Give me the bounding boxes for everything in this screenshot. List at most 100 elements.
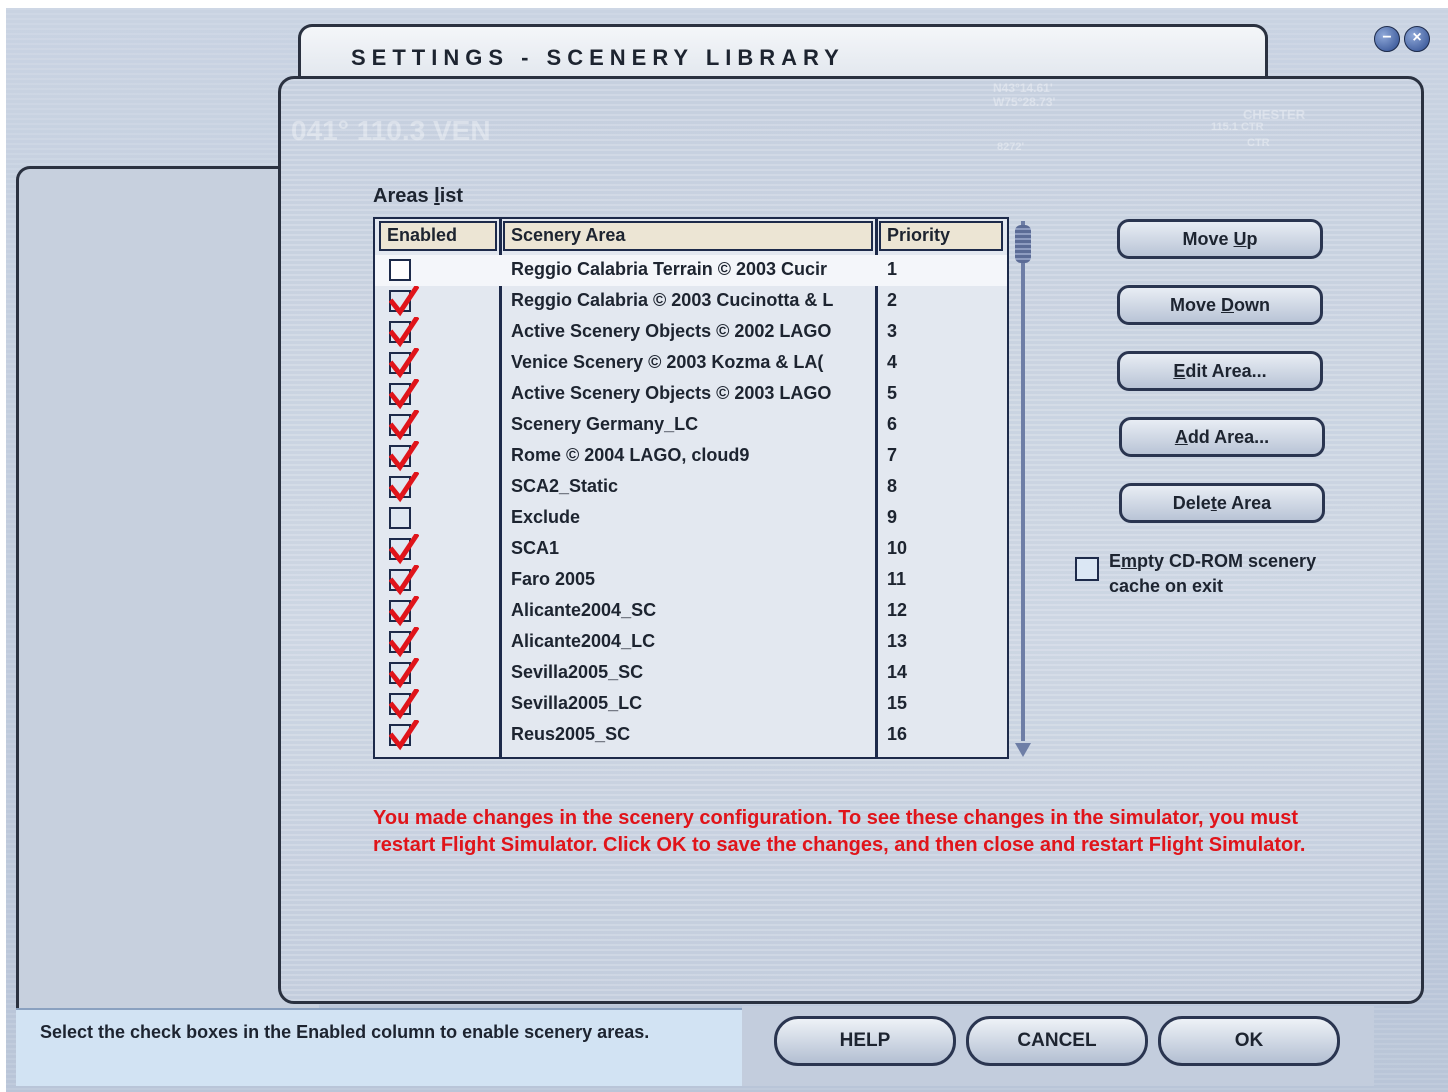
table-row[interactable]: Reggio Calabria Terrain © 2003 Cucir 1 — [375, 255, 1007, 286]
table-row[interactable]: Reggio Calabria © 2003 Cucinotta & L 2 — [375, 286, 1007, 317]
scenery-area-name: Scenery Germany_LC — [511, 414, 699, 434]
status-bar: Select the check boxes in the Enabled co… — [16, 1008, 742, 1086]
priority-value: 8 — [887, 476, 898, 496]
enabled-checkbox[interactable] — [389, 507, 411, 529]
scenery-area-name: Exclude — [511, 507, 581, 527]
priority-value: 11 — [887, 569, 907, 589]
table-row[interactable]: Active Scenery Objects © 2002 LAGO 3 — [375, 317, 1007, 348]
move-down-button[interactable]: Move Down — [1117, 285, 1323, 325]
checkmark-icon — [389, 379, 419, 410]
priority-value: 5 — [887, 383, 898, 403]
enabled-checkbox[interactable] — [389, 689, 419, 720]
checkmark-icon — [389, 348, 419, 379]
cancel-button[interactable]: CANCEL — [966, 1016, 1148, 1066]
close-icon[interactable]: × — [1404, 26, 1430, 52]
watermark-station-name: CHESTER — [1243, 107, 1306, 122]
table-row[interactable]: Reus2005_SC 16 — [375, 720, 1007, 751]
header-priority[interactable]: Priority — [879, 221, 1003, 251]
enabled-checkbox[interactable] — [389, 534, 419, 565]
table-row[interactable]: Rome © 2004 LAGO, cloud9 7 — [375, 441, 1007, 472]
scenery-area-name: Venice Scenery © 2003 Kozma & LA( — [511, 352, 824, 372]
priority-value: 12 — [887, 600, 908, 620]
table-row[interactable]: Scenery Germany_LC 6 — [375, 410, 1007, 441]
checkmark-icon — [389, 565, 419, 596]
priority-value: 15 — [887, 693, 908, 713]
priority-value: 2 — [887, 290, 898, 310]
priority-value: 13 — [887, 631, 908, 651]
areas-list-label: Areas list — [373, 185, 464, 207]
table-row[interactable]: Sevilla2005_LC 15 — [375, 689, 1007, 720]
table-row[interactable]: Alicante2004_LC 13 — [375, 627, 1007, 658]
scenery-area-name: Faro 2005 — [511, 569, 596, 589]
scenery-area-name: Reggio Calabria © 2003 Cucinotta & L — [511, 290, 834, 310]
checkmark-icon — [389, 596, 419, 627]
scenery-area-name: Alicante2004_LC — [511, 631, 656, 651]
enabled-checkbox[interactable] — [389, 596, 419, 627]
enabled-checkbox[interactable] — [389, 565, 419, 596]
checkmark-icon — [389, 410, 419, 441]
priority-value: 16 — [887, 724, 908, 744]
table-row[interactable]: SCA1 10 — [375, 534, 1007, 565]
table-row[interactable]: SCA2_Static 8 — [375, 472, 1007, 503]
scroll-down-arrow-icon[interactable] — [1015, 743, 1031, 757]
table-row[interactable]: Exclude 9 — [375, 503, 1007, 534]
priority-value: 14 — [887, 662, 908, 682]
priority-value: 9 — [887, 507, 898, 527]
edit-area-button[interactable]: Edit Area... — [1117, 351, 1323, 391]
scrollbar-track[interactable] — [1021, 221, 1025, 741]
priority-value: 3 — [887, 321, 898, 341]
scenery-area-name: Sevilla2005_LC — [511, 693, 643, 713]
scenery-area-name: SCA1 — [511, 538, 560, 558]
watermark-coords-2: W75°28.73' — [993, 95, 1056, 109]
enabled-checkbox[interactable] — [389, 410, 419, 441]
header-scenery-area[interactable]: Scenery Area — [503, 221, 873, 251]
enabled-checkbox[interactable] — [389, 286, 419, 317]
enabled-checkbox[interactable] — [389, 317, 419, 348]
table-row[interactable]: Alicante2004_SC 12 — [375, 596, 1007, 627]
empty-cdrom-cache-checkbox[interactable] — [1075, 557, 1099, 581]
restart-warning-message: You made changes in the scenery configur… — [373, 807, 1306, 856]
watermark-station-info: 115.1 CTR — [1211, 121, 1264, 133]
enabled-checkbox[interactable] — [389, 348, 419, 379]
scenery-area-name: Sevilla2005_SC — [511, 662, 644, 682]
table-row[interactable]: Faro 2005 11 — [375, 565, 1007, 596]
add-area-button[interactable]: Add Area... — [1119, 417, 1325, 457]
enabled-checkbox[interactable] — [389, 259, 411, 281]
enabled-checkbox[interactable] — [389, 472, 419, 503]
table-row[interactable]: Venice Scenery © 2003 Kozma & LA(4 — [375, 348, 1007, 379]
checkmark-icon — [389, 472, 419, 503]
page-title: SETTINGS - SCENERY LIBRARY — [351, 45, 845, 70]
priority-value: 1 — [887, 259, 898, 279]
watermark-station-code: CTR — [1247, 137, 1270, 149]
delete-area-button[interactable]: Delete Area — [1119, 483, 1325, 523]
priority-value: 6 — [887, 414, 898, 434]
watermark-frequency: 041° 110.3 VEN — [291, 115, 491, 146]
enabled-checkbox[interactable] — [389, 658, 419, 689]
table-row[interactable]: Active Scenery Objects © 2003 LAGO 5 — [375, 379, 1007, 410]
priority-value: 10 — [887, 538, 908, 558]
checkmark-icon — [389, 627, 419, 658]
header-enabled[interactable]: Enabled — [379, 221, 497, 251]
minimize-icon[interactable]: − — [1374, 26, 1400, 52]
checkmark-icon — [389, 317, 419, 348]
scenery-area-name: Reggio Calabria Terrain © 2003 Cucir — [511, 259, 828, 279]
priority-value: 7 — [887, 445, 898, 465]
help-button[interactable]: HELP — [774, 1016, 956, 1066]
checkmark-icon — [389, 720, 419, 751]
scenery-areas-table[interactable]: Enabled Scenery Area Priority Reggio Cal… — [373, 217, 1009, 759]
move-up-button[interactable]: Move Up — [1117, 219, 1323, 259]
enabled-checkbox[interactable] — [389, 720, 419, 751]
enabled-checkbox[interactable] — [389, 441, 419, 472]
enabled-checkbox[interactable] — [389, 379, 419, 410]
checkmark-icon — [389, 286, 419, 317]
enabled-checkbox[interactable] — [389, 627, 419, 658]
watermark-elevation: 8272' — [997, 141, 1025, 153]
scenery-area-name: Active Scenery Objects © 2002 LAGO — [511, 321, 832, 341]
scrollbar-thumb[interactable] — [1015, 225, 1031, 263]
checkmark-icon — [389, 689, 419, 720]
checkmark-icon — [389, 441, 419, 472]
empty-cdrom-cache-label[interactable]: Empty CD-ROM scenery cache on exit — [1109, 549, 1316, 599]
table-row[interactable]: Sevilla2005_SC 14 — [375, 658, 1007, 689]
ok-button[interactable]: OK — [1158, 1016, 1340, 1066]
watermark-coords-1: N43°14.61' — [993, 81, 1053, 95]
